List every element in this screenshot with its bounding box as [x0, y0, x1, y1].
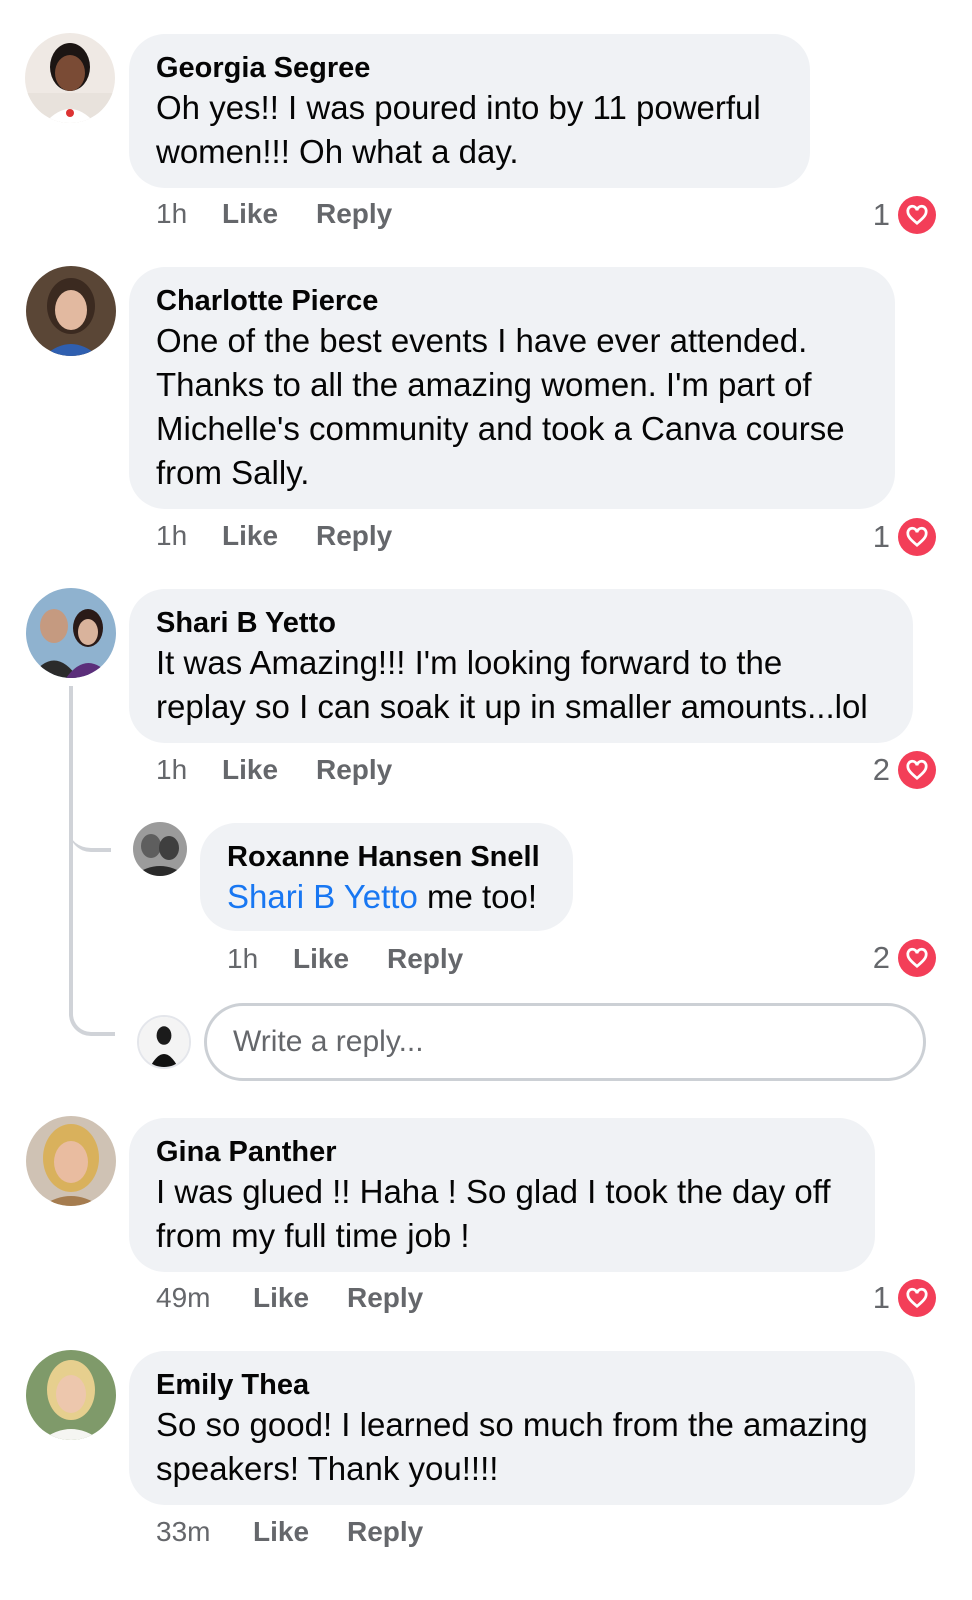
comment-text-line: One of the best events I have ever atten…: [156, 322, 808, 359]
write-reply-field[interactable]: [204, 1003, 926, 1081]
love-heart-icon: [898, 518, 936, 556]
comment-text-line: women!!! Oh what a day.: [156, 133, 519, 170]
reply-input[interactable]: [207, 1006, 923, 1078]
love-heart-icon: [898, 1279, 936, 1317]
comment-timestamp[interactable]: 33m: [156, 1516, 253, 1548]
comment-text-line: It was Amazing!!! I'm looking forward to…: [156, 644, 783, 681]
comment-timestamp[interactable]: 1h: [156, 754, 222, 786]
avatar-emily-thea[interactable]: [26, 1350, 116, 1440]
avatar-gina-panther[interactable]: [26, 1116, 116, 1206]
like-button[interactable]: Like: [222, 198, 316, 230]
comment-text-line: replay so I can soak it up in smaller am…: [156, 688, 868, 725]
reaction-count: 1: [872, 1280, 890, 1315]
comment-author[interactable]: Charlotte Pierce: [156, 283, 868, 319]
reaction-count: 2: [872, 752, 890, 787]
comment-text-line: from my full time job !: [156, 1217, 470, 1254]
reaction-count: 1: [872, 197, 890, 232]
avatar-shari-b-yetto[interactable]: [26, 588, 116, 678]
thread-connector-line: [69, 686, 115, 1036]
like-button[interactable]: Like: [293, 943, 387, 975]
reply-timestamp[interactable]: 1h: [227, 943, 293, 975]
comment-text-line: from Sally.: [156, 454, 310, 491]
like-button[interactable]: Like: [222, 520, 316, 552]
comment-text-line: Michelle's community and took a Canva co…: [156, 410, 845, 447]
reply-button[interactable]: Reply: [387, 943, 463, 975]
comment-text-line: speakers! Thank you!!!!: [156, 1450, 499, 1487]
comment-text-line: Oh yes!! I was poured into by 11 powerfu…: [156, 89, 761, 126]
love-heart-icon: [898, 939, 936, 977]
reaction-summary[interactable]: 1: [873, 195, 936, 235]
reply-text-body: me too!: [417, 878, 538, 915]
like-button[interactable]: Like: [253, 1282, 347, 1314]
comment-bubble: Emily Thea So so good! I learned so much…: [129, 1351, 915, 1505]
comment-author[interactable]: Gina Panther: [156, 1134, 848, 1170]
comment-bubble: Gina Panther I was glued !! Haha ! So gl…: [129, 1118, 875, 1272]
comment-author[interactable]: Shari B Yetto: [156, 605, 886, 641]
comment-actions: 1h Like Reply: [156, 198, 392, 230]
comment-actions: 1h Like Reply: [156, 520, 392, 552]
comment-text-line: So so good! I learned so much from the a…: [156, 1406, 868, 1443]
comment-actions: 1h Like Reply: [156, 754, 392, 786]
comment-author[interactable]: Emily Thea: [156, 1367, 888, 1403]
comment-bubble: Charlotte Pierce One of the best events …: [129, 267, 895, 509]
reaction-count: 2: [872, 940, 890, 975]
reaction-count: 1: [872, 519, 890, 554]
comment-timestamp[interactable]: 49m: [156, 1282, 253, 1314]
reply-author[interactable]: Roxanne Hansen Snell: [227, 839, 546, 875]
comment-timestamp[interactable]: 1h: [156, 520, 222, 552]
comment-text-line: Thanks to all the amazing women. I'm par…: [156, 366, 812, 403]
comment-text-line: I was glued !! Haha ! So glad I took the…: [156, 1173, 831, 1210]
reply-button[interactable]: Reply: [316, 754, 392, 786]
avatar-charlotte-pierce[interactable]: [26, 266, 116, 356]
comment-timestamp[interactable]: 1h: [156, 198, 222, 230]
reaction-summary[interactable]: 1: [873, 1278, 936, 1318]
current-user-avatar: [137, 1015, 191, 1069]
avatar-roxanne-hansen-snell[interactable]: [133, 822, 187, 876]
comment-bubble: Georgia Segree Oh yes!! I was poured int…: [129, 34, 810, 188]
thread-branch-line: [69, 800, 111, 852]
like-button[interactable]: Like: [253, 1516, 347, 1548]
reaction-summary[interactable]: 2: [873, 750, 936, 790]
reply-text: Shari B Yetto me too!: [227, 875, 546, 919]
reply-button[interactable]: Reply: [316, 198, 392, 230]
reply-button[interactable]: Reply: [347, 1282, 423, 1314]
mention-link[interactable]: Shari B Yetto: [227, 878, 418, 915]
comment-bubble: Shari B Yetto It was Amazing!!! I'm look…: [129, 589, 913, 743]
reaction-summary[interactable]: 2: [873, 938, 936, 978]
reply-button[interactable]: Reply: [347, 1516, 423, 1548]
reply-bubble: Roxanne Hansen Snell Shari B Yetto me to…: [200, 823, 573, 931]
reaction-summary[interactable]: 1: [873, 517, 936, 557]
love-heart-icon: [898, 196, 936, 234]
reply-button[interactable]: Reply: [316, 520, 392, 552]
love-heart-icon: [898, 751, 936, 789]
avatar-georgia-segree[interactable]: [25, 33, 115, 123]
comment-actions: 33m Like Reply: [156, 1516, 423, 1548]
like-button[interactable]: Like: [222, 754, 316, 786]
reply-actions: 1h Like Reply: [227, 943, 463, 975]
comment-actions: 49m Like Reply: [156, 1282, 423, 1314]
comment-author[interactable]: Georgia Segree: [156, 50, 783, 86]
